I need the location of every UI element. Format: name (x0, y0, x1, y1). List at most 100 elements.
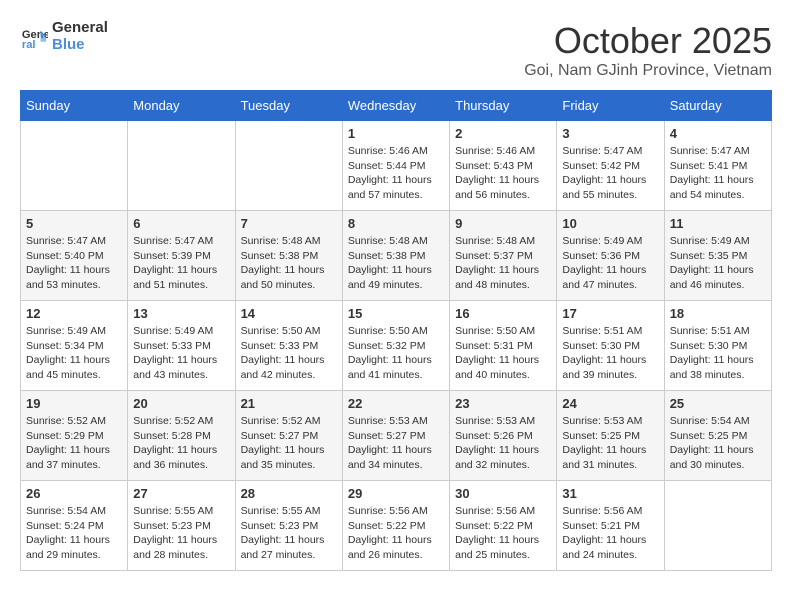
day-detail: Sunrise: 5:47 AM Sunset: 5:40 PM Dayligh… (26, 234, 122, 293)
calendar-cell: 6 Sunrise: 5:47 AM Sunset: 5:39 PM Daylig… (128, 211, 235, 301)
calendar-cell: 4 Sunrise: 5:47 AM Sunset: 5:41 PM Daylig… (664, 121, 771, 211)
weekday-header: Friday (557, 91, 664, 121)
weekday-header: Saturday (664, 91, 771, 121)
calendar-cell: 31 Sunrise: 5:56 AM Sunset: 5:21 PM Dayli… (557, 481, 664, 571)
calendar-cell: 28Sunrise: 5:55 AM Sunset: 5:23 PM Dayli… (235, 481, 342, 571)
day-number: 29 (348, 486, 444, 501)
day-detail: Sunrise: 5:56 AM Sunset: 5:21 PM Dayligh… (562, 504, 658, 563)
calendar-cell: 12 Sunrise: 5:49 AM Sunset: 5:34 PM Dayli… (21, 301, 128, 391)
calendar-cell: 5 Sunrise: 5:47 AM Sunset: 5:40 PM Daylig… (21, 211, 128, 301)
day-detail: Sunrise: 5:51 AM Sunset: 5:30 PM Dayligh… (670, 324, 766, 383)
day-number: 11 (670, 216, 766, 231)
calendar-cell: 18 Sunrise: 5:51 AM Sunset: 5:30 PM Dayli… (664, 301, 771, 391)
day-number: 26 (26, 486, 122, 501)
calendar-cell: 15 Sunrise: 5:50 AM Sunset: 5:32 PM Dayli… (342, 301, 449, 391)
day-detail: Sunrise: 5:49 AM Sunset: 5:33 PM Dayligh… (133, 324, 229, 383)
day-detail: Sunrise: 5:53 AM Sunset: 5:25 PM Dayligh… (562, 414, 658, 473)
day-detail: Sunrise: 5:52 AM Sunset: 5:27 PM Dayligh… (241, 414, 337, 473)
calendar-cell: 20 Sunrise: 5:52 AM Sunset: 5:28 PM Dayli… (128, 391, 235, 481)
calendar-cell: 14 Sunrise: 5:50 AM Sunset: 5:33 PM Dayli… (235, 301, 342, 391)
day-number: 16 (455, 306, 551, 321)
calendar-cell: 30Sunrise: 5:56 AM Sunset: 5:22 PM Dayli… (450, 481, 557, 571)
day-number: 6 (133, 216, 229, 231)
day-detail: Sunrise: 5:48 AM Sunset: 5:37 PM Dayligh… (455, 234, 551, 293)
day-number: 9 (455, 216, 551, 231)
calendar-cell: 23 Sunrise: 5:53 AM Sunset: 5:26 PM Dayli… (450, 391, 557, 481)
day-number: 8 (348, 216, 444, 231)
day-number: 12 (26, 306, 122, 321)
day-number: 31 (562, 486, 658, 501)
day-number: 2 (455, 126, 551, 141)
month-title: October 2025 (524, 20, 772, 62)
day-number: 7 (241, 216, 337, 231)
calendar-cell: 8 Sunrise: 5:48 AM Sunset: 5:38 PM Daylig… (342, 211, 449, 301)
title-section: October 2025 Goi, Nam GJinh Province, Vi… (524, 20, 772, 80)
page-header: Gene ral General Blue October 2025 Goi, … (20, 20, 772, 80)
day-detail: Sunrise: 5:53 AM Sunset: 5:27 PM Dayligh… (348, 414, 444, 473)
day-detail: Sunrise: 5:55 AM Sunset: 5:23 PM Dayligh… (241, 504, 337, 563)
day-number: 18 (670, 306, 766, 321)
day-number: 4 (670, 126, 766, 141)
day-number: 21 (241, 396, 337, 411)
day-detail: Sunrise: 5:54 AM Sunset: 5:24 PM Dayligh… (26, 504, 122, 563)
logo-line1: General (52, 20, 108, 37)
calendar-cell: 16 Sunrise: 5:50 AM Sunset: 5:31 PM Dayli… (450, 301, 557, 391)
calendar-cell: 27 Sunrise: 5:55 AM Sunset: 5:23 PM Dayli… (128, 481, 235, 571)
calendar-cell: 9 Sunrise: 5:48 AM Sunset: 5:37 PM Daylig… (450, 211, 557, 301)
calendar-cell: 29Sunrise: 5:56 AM Sunset: 5:22 PM Dayli… (342, 481, 449, 571)
day-detail: Sunrise: 5:47 AM Sunset: 5:42 PM Dayligh… (562, 144, 658, 203)
calendar-cell: 26 Sunrise: 5:54 AM Sunset: 5:24 PM Dayli… (21, 481, 128, 571)
day-detail: Sunrise: 5:48 AM Sunset: 5:38 PM Dayligh… (348, 234, 444, 293)
calendar-cell: 10Sunrise: 5:49 AM Sunset: 5:36 PM Dayli… (557, 211, 664, 301)
calendar-week-row: 5 Sunrise: 5:47 AM Sunset: 5:40 PM Daylig… (21, 211, 772, 301)
day-number: 17 (562, 306, 658, 321)
day-detail: Sunrise: 5:47 AM Sunset: 5:39 PM Dayligh… (133, 234, 229, 293)
calendar-cell: 2 Sunrise: 5:46 AM Sunset: 5:43 PM Daylig… (450, 121, 557, 211)
calendar-cell: 1Sunrise: 5:46 AM Sunset: 5:44 PM Daylig… (342, 121, 449, 211)
day-detail: Sunrise: 5:52 AM Sunset: 5:28 PM Dayligh… (133, 414, 229, 473)
calendar-table: SundayMondayTuesdayWednesdayThursdayFrid… (20, 90, 772, 571)
calendar-cell (128, 121, 235, 211)
calendar-cell: 17 Sunrise: 5:51 AM Sunset: 5:30 PM Dayli… (557, 301, 664, 391)
calendar-cell: 3Sunrise: 5:47 AM Sunset: 5:42 PM Daylig… (557, 121, 664, 211)
day-detail: Sunrise: 5:49 AM Sunset: 5:34 PM Dayligh… (26, 324, 122, 383)
calendar-cell: 13Sunrise: 5:49 AM Sunset: 5:33 PM Dayli… (128, 301, 235, 391)
day-number: 23 (455, 396, 551, 411)
calendar-week-row: 19 Sunrise: 5:52 AM Sunset: 5:29 PM Dayli… (21, 391, 772, 481)
day-number: 24 (562, 396, 658, 411)
logo-icon: Gene ral (20, 23, 48, 51)
day-number: 15 (348, 306, 444, 321)
calendar-cell: 25Sunrise: 5:54 AM Sunset: 5:25 PM Dayli… (664, 391, 771, 481)
day-detail: Sunrise: 5:49 AM Sunset: 5:35 PM Dayligh… (670, 234, 766, 293)
day-number: 20 (133, 396, 229, 411)
day-detail: Sunrise: 5:50 AM Sunset: 5:31 PM Dayligh… (455, 324, 551, 383)
calendar-cell: 11 Sunrise: 5:49 AM Sunset: 5:35 PM Dayli… (664, 211, 771, 301)
day-number: 25 (670, 396, 766, 411)
day-detail: Sunrise: 5:53 AM Sunset: 5:26 PM Dayligh… (455, 414, 551, 473)
svg-text:ral: ral (22, 39, 36, 51)
weekday-header: Wednesday (342, 91, 449, 121)
day-number: 19 (26, 396, 122, 411)
day-detail: Sunrise: 5:51 AM Sunset: 5:30 PM Dayligh… (562, 324, 658, 383)
logo: Gene ral General Blue (20, 20, 108, 53)
day-number: 14 (241, 306, 337, 321)
calendar-cell: 19 Sunrise: 5:52 AM Sunset: 5:29 PM Dayli… (21, 391, 128, 481)
calendar-header-row: SundayMondayTuesdayWednesdayThursdayFrid… (21, 91, 772, 121)
calendar-week-row: 12 Sunrise: 5:49 AM Sunset: 5:34 PM Dayli… (21, 301, 772, 391)
day-detail: Sunrise: 5:47 AM Sunset: 5:41 PM Dayligh… (670, 144, 766, 203)
day-detail: Sunrise: 5:50 AM Sunset: 5:32 PM Dayligh… (348, 324, 444, 383)
day-number: 27 (133, 486, 229, 501)
calendar-cell (235, 121, 342, 211)
calendar-cell (21, 121, 128, 211)
weekday-header: Tuesday (235, 91, 342, 121)
day-detail: Sunrise: 5:55 AM Sunset: 5:23 PM Dayligh… (133, 504, 229, 563)
day-number: 22 (348, 396, 444, 411)
day-detail: Sunrise: 5:50 AM Sunset: 5:33 PM Dayligh… (241, 324, 337, 383)
calendar-cell: 7Sunrise: 5:48 AM Sunset: 5:38 PM Daylig… (235, 211, 342, 301)
calendar-week-row: 1Sunrise: 5:46 AM Sunset: 5:44 PM Daylig… (21, 121, 772, 211)
day-detail: Sunrise: 5:52 AM Sunset: 5:29 PM Dayligh… (26, 414, 122, 473)
weekday-header: Monday (128, 91, 235, 121)
day-detail: Sunrise: 5:46 AM Sunset: 5:43 PM Dayligh… (455, 144, 551, 203)
day-number: 5 (26, 216, 122, 231)
day-number: 30 (455, 486, 551, 501)
